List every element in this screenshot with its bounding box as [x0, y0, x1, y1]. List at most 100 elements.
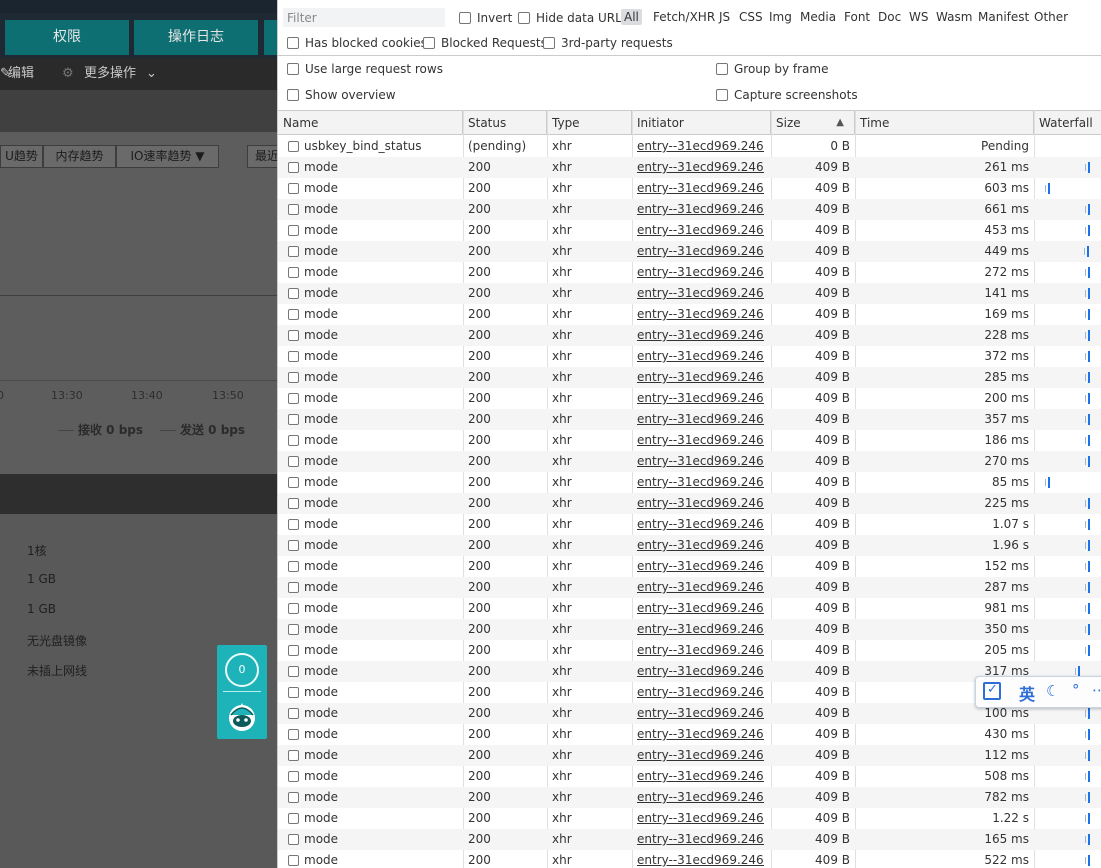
column-header-type[interactable]: Type [547, 111, 632, 135]
row-checkbox[interactable] [288, 792, 299, 803]
hide-data-urls-checkbox[interactable]: Hide data URLs [518, 11, 628, 25]
row-checkbox[interactable] [288, 750, 299, 761]
nav-tab-permissions[interactable]: 权限 [5, 20, 129, 55]
table-row[interactable]: mode 200 xhr entry--31ecd969.2469... 409 B 98… [278, 598, 1101, 619]
table-row[interactable]: mode 200 xhr entry--31ecd969.2469... 409 B 14… [278, 283, 1101, 304]
request-initiator[interactable]: entry--31ecd969.2469... [637, 325, 764, 346]
table-row[interactable]: usbkey_bind_status (pending) xhr entry--31e… [278, 136, 1101, 157]
table-row[interactable]: mode 200 xhr entry--31ecd969.2469... 409 B 52… [278, 850, 1101, 868]
request-initiator[interactable]: entry--31ecd969.2469... [637, 598, 764, 619]
row-checkbox[interactable] [288, 246, 299, 257]
table-row[interactable]: mode 200 xhr entry--31ecd969.2469... 409 B 35… [278, 619, 1101, 640]
row-checkbox[interactable] [288, 288, 299, 299]
count-badge[interactable]: 0 [225, 653, 259, 687]
request-name[interactable]: mode [304, 787, 463, 808]
nav-tab-operation-log[interactable]: 操作日志 [134, 20, 258, 55]
table-row[interactable]: mode 200 xhr entry--31ecd969.2469... 409 B 78… [278, 787, 1101, 808]
request-name[interactable]: mode [304, 304, 463, 325]
request-initiator[interactable]: entry--31ecd969.2469... [637, 808, 764, 829]
type-filter-css[interactable]: CSS [739, 10, 763, 24]
row-checkbox[interactable] [288, 393, 299, 404]
table-row[interactable]: mode 200 xhr entry--31ecd969.2469... 409 B 66… [278, 199, 1101, 220]
table-row[interactable]: mode 200 xhr entry--31ecd969.2469... 409 B 16… [278, 304, 1101, 325]
more-actions[interactable]: 更多操作 [84, 58, 136, 90]
request-name[interactable]: mode [304, 283, 463, 304]
request-name[interactable]: mode [304, 766, 463, 787]
table-row[interactable]: mode 200 xhr entry--31ecd969.2469... 409 B 16… [278, 829, 1101, 850]
request-name[interactable]: mode [304, 661, 463, 682]
ime-more-icon[interactable]: ⋯ [1092, 681, 1101, 699]
request-initiator[interactable]: entry--31ecd969.2469... [637, 241, 764, 262]
ime-language-toggle[interactable]: 英 [1019, 681, 1035, 705]
row-checkbox[interactable] [288, 351, 299, 362]
blocked-requests-checkbox[interactable]: Blocked Requests [423, 36, 547, 50]
request-name[interactable]: mode [304, 682, 463, 703]
row-checkbox[interactable] [288, 309, 299, 320]
request-initiator[interactable]: entry--31ecd969.2469... [637, 745, 764, 766]
request-initiator[interactable]: entry--31ecd969.2469... [637, 409, 764, 430]
request-initiator[interactable]: entry--31ecd969.2469... [637, 619, 764, 640]
request-initiator[interactable]: entry--31ecd969.2469... [637, 430, 764, 451]
type-filter-doc[interactable]: Doc [878, 10, 901, 24]
request-name[interactable]: mode [304, 724, 463, 745]
row-checkbox[interactable] [288, 855, 299, 866]
request-initiator[interactable]: entry--31ecd969.2469... [637, 346, 764, 367]
request-initiator[interactable]: entry--31ecd969.2469... [637, 640, 764, 661]
request-name[interactable]: mode [304, 829, 463, 850]
type-filter-media[interactable]: Media [800, 10, 836, 24]
row-checkbox[interactable] [288, 645, 299, 656]
type-filter-font[interactable]: Font [844, 10, 870, 24]
capture-screenshots-checkbox[interactable]: Capture screenshots [716, 88, 858, 102]
table-row[interactable]: mode 200 xhr entry--31ecd969.2469... 409 B 45… [278, 220, 1101, 241]
request-initiator[interactable]: entry--31ecd969.2469... [637, 766, 764, 787]
table-row[interactable]: mode 200 xhr entry--31ecd969.2469... 409 B 43… [278, 724, 1101, 745]
row-checkbox[interactable] [288, 834, 299, 845]
request-name[interactable]: mode [304, 850, 463, 868]
row-checkbox[interactable] [288, 267, 299, 278]
table-row[interactable]: mode 200 xhr entry--31ecd969.2469... 409 B 37… [278, 346, 1101, 367]
type-filter-fetch-xhr[interactable]: Fetch/XHR [653, 10, 715, 24]
request-initiator[interactable]: entry--31ecd969.2469... [637, 535, 764, 556]
request-name[interactable]: mode [304, 346, 463, 367]
table-row[interactable]: mode 200 xhr entry--31ecd969.2469... 409 B 27… [278, 451, 1101, 472]
type-filter-wasm[interactable]: Wasm [936, 10, 972, 24]
request-name[interactable]: mode [304, 220, 463, 241]
row-checkbox[interactable] [288, 372, 299, 383]
table-row[interactable]: mode 200 xhr entry--31ecd969.2469... 409 B 1.… [278, 514, 1101, 535]
request-initiator[interactable]: entry--31ecd969.2469... [637, 577, 764, 598]
row-checkbox[interactable] [288, 204, 299, 215]
row-checkbox[interactable] [288, 771, 299, 782]
request-name[interactable]: mode [304, 640, 463, 661]
filter-input[interactable] [283, 8, 445, 27]
moon-icon[interactable]: ☾ [1046, 682, 1059, 700]
type-filter-manifest[interactable]: Manifest [978, 10, 1029, 24]
request-name[interactable]: mode [304, 199, 463, 220]
table-row[interactable]: mode 200 xhr entry--31ecd969.2469... 409 B 35… [278, 409, 1101, 430]
request-initiator[interactable]: entry--31ecd969.2469... [637, 304, 764, 325]
request-name[interactable]: mode [304, 535, 463, 556]
request-initiator[interactable]: entry--31ecd969.2469... [637, 682, 764, 703]
request-name[interactable]: mode [304, 577, 463, 598]
request-initiator[interactable]: entry--31ecd969.2469... [637, 556, 764, 577]
request-name[interactable]: mode [304, 325, 463, 346]
request-name[interactable]: mode [304, 451, 463, 472]
table-row[interactable]: mode 200 xhr entry--31ecd969.2469... 409 B 28… [278, 577, 1101, 598]
table-row[interactable]: mode 200 xhr entry--31ecd969.2469... 409 B 50… [278, 766, 1101, 787]
cpu-trend-button[interactable]: U趋势 [0, 145, 43, 168]
request-initiator[interactable]: entry--31ecd969.2469... [637, 472, 764, 493]
row-checkbox[interactable] [288, 624, 299, 635]
row-checkbox[interactable] [288, 813, 299, 824]
memory-trend-button[interactable]: 内存趋势 [43, 145, 116, 168]
row-checkbox[interactable] [288, 162, 299, 173]
type-filter-img[interactable]: Img [769, 10, 792, 24]
request-name[interactable]: mode [304, 157, 463, 178]
io-trend-button[interactable]: IO速率趋势 ▼ [116, 145, 219, 168]
column-header-time[interactable]: Time [855, 111, 1034, 135]
row-checkbox[interactable] [288, 666, 299, 677]
table-row[interactable]: mode 200 xhr entry--31ecd969.2469... 409 B 1.… [278, 535, 1101, 556]
request-initiator[interactable]: entry--31ecd969.2469... [637, 199, 764, 220]
request-name[interactable]: mode [304, 430, 463, 451]
request-name[interactable]: mode [304, 619, 463, 640]
request-name[interactable]: mode [304, 409, 463, 430]
request-name[interactable]: mode [304, 472, 463, 493]
